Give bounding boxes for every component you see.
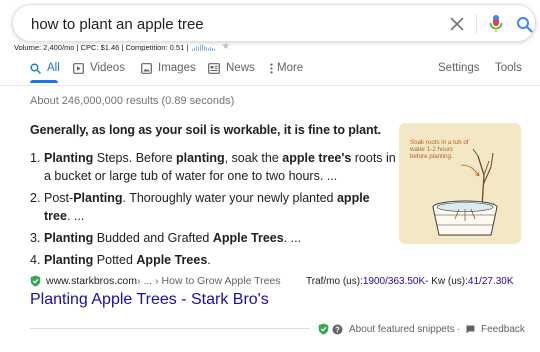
tab-images[interactable]: Images	[141, 62, 196, 74]
citation-domain: www.starkbros.com	[46, 275, 138, 287]
separator-dot: ·	[457, 323, 461, 335]
microphone-icon[interactable]	[489, 14, 503, 34]
verified-shield-icon	[318, 323, 329, 335]
tab-images-label: Images	[158, 62, 196, 74]
snippet-text: Steps. Before	[93, 151, 176, 165]
active-tab-indicator	[30, 80, 58, 83]
keyword-value[interactable]: 41/27.30K	[468, 276, 514, 287]
search-icon[interactable]	[516, 16, 533, 33]
search-tabs: All Videos Images News More Settings Too…	[0, 58, 540, 86]
citation-breadcrumb: › ... › How to Grow Apple Trees	[137, 275, 281, 287]
snippet-text: . ...	[66, 209, 85, 223]
snippet-text: . Thoroughly water your newly planted	[122, 191, 337, 205]
trend-bar	[196, 45, 198, 51]
feedback-link[interactable]: Feedback	[466, 322, 525, 336]
snippet-text: Post-	[44, 191, 74, 205]
traffic-value[interactable]: 1900/363.50K	[363, 276, 425, 287]
keyword-metrics-bar: Volume: 2,400/mo | CPC: $1.46 | Competit…	[14, 42, 230, 52]
trend-bar	[208, 47, 210, 51]
search-icon	[30, 63, 41, 74]
keyword-metrics-text: Volume: 2,400/mo | CPC: $1.46 | Competit…	[14, 42, 189, 52]
list-item-text: Planting Budded and Grafted Apple Trees.…	[44, 229, 398, 247]
list-item-text: Post-Planting. Thoroughly water your new…	[44, 189, 398, 225]
trend-bar	[212, 47, 214, 51]
feedback-icon	[466, 325, 475, 333]
search-input[interactable]	[31, 15, 411, 33]
tab-settings-label: Settings	[438, 62, 480, 74]
list-item-number: 1.	[30, 151, 41, 165]
list-item-text: Planting Potted Apple Trees.	[44, 251, 398, 269]
result-stats: About 246,000,000 results (0.89 seconds)	[30, 95, 235, 107]
trend-bar	[214, 48, 216, 51]
list-item-number: 2.	[30, 191, 41, 205]
featured-snippet-list: 1. Planting Steps. Before planting, soak …	[30, 149, 398, 273]
star-icon[interactable]: ★	[221, 42, 230, 52]
trend-bar	[210, 46, 212, 51]
tab-news-label: News	[226, 62, 255, 74]
featured-snippet-image[interactable]: Soak roots in a tub of water 1-2 hours b…	[399, 123, 521, 244]
highlighted-term: planting	[176, 151, 225, 165]
tab-more-label: More	[277, 62, 304, 74]
highlighted-term: Planting	[73, 191, 123, 205]
feedback-label: Feedback	[481, 323, 525, 335]
trend-bar	[194, 47, 196, 51]
keyword-label: - Kw (us):	[425, 275, 468, 287]
list-item-text: Planting Steps. Before planting, soak th…	[44, 149, 398, 185]
trend-bar	[204, 45, 206, 51]
verified-shield-icon	[30, 275, 41, 287]
tab-more[interactable]: More	[270, 62, 303, 74]
snippet-text: Potted	[93, 253, 137, 267]
tab-all[interactable]: All	[30, 62, 60, 74]
result-title-link[interactable]: Planting Apple Trees - Stark Bro's	[30, 291, 269, 309]
result-citation: www.starkbros.com › ... › How to Grow Ap…	[30, 274, 281, 288]
trend-bar	[206, 46, 208, 51]
keyword-trend-sparkline	[192, 43, 216, 51]
svg-text:?: ?	[335, 325, 340, 334]
more-vert-icon	[270, 63, 273, 73]
highlighted-term: apple tree's	[282, 151, 352, 165]
trend-bar	[200, 44, 202, 51]
snippet-list-item: 1. Planting Steps. Before planting, soak …	[30, 149, 398, 185]
search-bar	[12, 4, 536, 42]
highlighted-term: Planting	[44, 253, 94, 267]
tab-videos-label: Videos	[90, 62, 125, 74]
traffic-label: Traf/mo (us):	[306, 275, 363, 287]
snippet-text: . ...	[283, 231, 302, 245]
snippet-list-item: 2. Post-Planting. Thoroughly water your n…	[30, 189, 398, 225]
highlighted-term: Apple Trees	[136, 253, 208, 267]
tab-settings[interactable]: Settings	[438, 62, 480, 74]
featured-snippet-heading: Generally, as long as your soil is worka…	[30, 123, 382, 137]
about-featured-snippets-label: About featured snippets	[349, 323, 455, 335]
tab-tools[interactable]: Tools	[495, 62, 522, 74]
tab-videos[interactable]: Videos	[73, 62, 125, 74]
trend-bar	[198, 46, 200, 51]
snippet-text: .	[207, 253, 211, 267]
snippet-bottom-divider	[30, 328, 310, 329]
snippet-list-item: 4. Planting Potted Apple Trees.	[30, 251, 398, 269]
about-featured-snippets[interactable]: ? About featured snippets	[318, 322, 455, 336]
snippet-list-item: 3. Planting Budded and Grafted Apple Tree…	[30, 229, 398, 247]
highlighted-term: Planting	[44, 151, 94, 165]
image-icon	[141, 62, 152, 74]
video-icon	[73, 62, 84, 74]
traffic-metrics: Traf/mo (us): 1900/363.50K - Kw (us): 41…	[306, 274, 514, 288]
list-item-number: 4.	[30, 253, 41, 267]
tab-tools-label: Tools	[495, 62, 522, 74]
tree-in-tub-illustration	[432, 148, 498, 236]
search-bar-divider	[476, 14, 477, 34]
help-icon: ?	[332, 324, 343, 334]
tabs-divider	[0, 85, 540, 86]
tab-all-label: All	[47, 62, 60, 74]
news-icon	[208, 62, 220, 74]
tab-news[interactable]: News	[208, 62, 255, 74]
trend-bar	[192, 48, 194, 51]
trend-bar	[202, 43, 204, 51]
close-icon[interactable]	[450, 17, 464, 31]
list-item-number: 3.	[30, 231, 41, 245]
highlighted-term: Planting	[44, 231, 94, 245]
snippet-text: Budded and Grafted	[93, 231, 213, 245]
snippet-text: , soak the	[224, 151, 283, 165]
highlighted-term: Apple Trees	[212, 231, 284, 245]
